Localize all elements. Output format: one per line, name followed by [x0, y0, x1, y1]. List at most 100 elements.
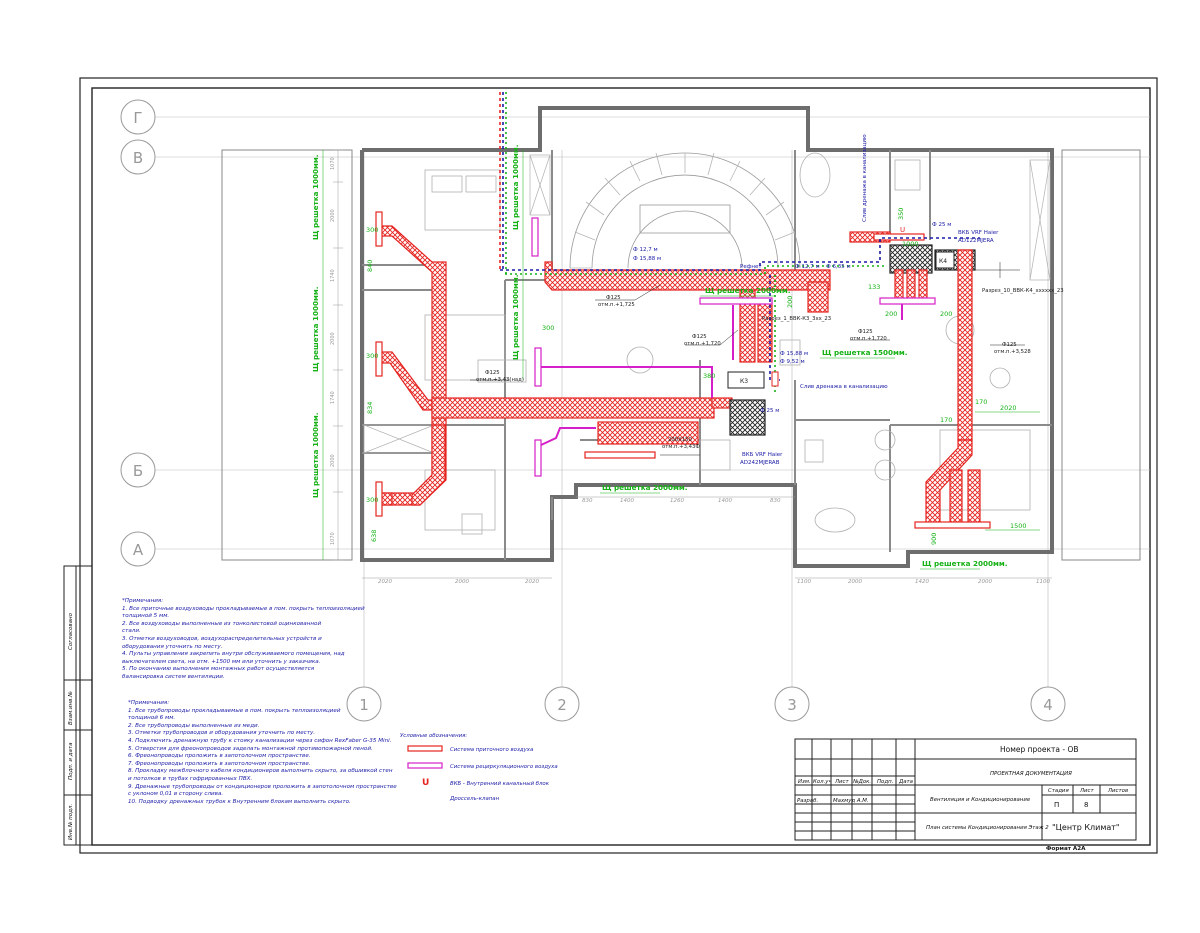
label-otm-duct: отм.п.+3,43Ф — [662, 444, 700, 450]
dim-1500: 1500 — [1010, 522, 1027, 530]
svg-text:В: В — [133, 149, 143, 167]
note-line: 6. Фреонопроводы проложить в запотолочно… — [128, 753, 311, 760]
dim-300-b: 300 — [366, 352, 378, 360]
svg-text:4: 4 — [1043, 696, 1053, 714]
dim-bottom-mid-5: 830 — [770, 498, 781, 504]
grille-left-2: Щ решетка 1000мм. — [311, 287, 320, 372]
note-line: выключателем света, на отм. +1500 мм или… — [122, 658, 321, 665]
tb-dev-role: Разраб. — [797, 798, 818, 804]
tb-stage: П — [1054, 801, 1059, 809]
svg-text:А: А — [133, 541, 144, 559]
label-drain-1: Слив дренажа в канализацию — [862, 134, 868, 222]
notes-ventilation-lines: 1. Все приточные воздуховоды прокладывае… — [122, 606, 365, 682]
label-phi952-c: Ф 9,52 м — [780, 359, 805, 365]
dim-left-2: 2000 — [330, 209, 336, 222]
note-line: 8. Прокладку межблочного кабеля кондицио… — [128, 768, 393, 775]
label-vrf1-b: AD122MJERA — [958, 238, 994, 244]
note-line: 2. Все воздуховоды выполненные из тонкол… — [122, 620, 322, 627]
dim-bottom-mid-3: 1260 — [670, 498, 684, 504]
label-otm-1: отм.п.+1,725 — [598, 302, 635, 308]
tb-doc-type: ПРОЕКТНАЯ ДОКУМЕНТАЦИЯ — [990, 771, 1072, 777]
tb-format: Формат А2А — [1046, 846, 1086, 852]
note-line: 5. Отверстия для фреонопроводов заделать… — [128, 745, 373, 752]
tb-sheet-h: Лист — [1079, 788, 1095, 794]
dim-bottom-mid-2: 1400 — [620, 498, 634, 504]
note-line: 1. Все трубопроводы прокладываемые в пом… — [128, 707, 341, 714]
legend-title: Условные обозначения: — [400, 733, 467, 739]
dim-350: 350 — [897, 208, 905, 220]
label-phi127-a: Ф 12,7 м — [633, 247, 658, 253]
svg-text:3: 3 — [787, 696, 797, 714]
dim-2020-right: 2020 — [1000, 404, 1017, 412]
dim-bottom-right-1: 1100 — [797, 579, 811, 585]
recirculation-ducts — [540, 304, 903, 446]
axis-bubble-row-B: Б — [120, 452, 156, 488]
dim-left-7: 1070 — [330, 532, 336, 545]
label-otm-5: отм.п.+3,43(над) — [476, 377, 524, 383]
notes-piping: *Примечания: 1. Все трубопроводы проклад… — [128, 700, 397, 806]
label-razrez-1: Разрез_1_ВВК-К3_3хх_23 — [762, 316, 831, 322]
dim-170-b: 170 — [940, 416, 952, 424]
label-phi125-3: Ф125 — [858, 329, 873, 335]
label-otm-3: отм.п.+1,720 — [850, 336, 887, 342]
dim-left-4: 2000 — [330, 332, 336, 345]
stamp-inv-number: Инв.№ подл. — [68, 804, 74, 840]
dim-left-6: 2000 — [330, 454, 336, 467]
dim-840: 840 — [366, 260, 374, 272]
dim-200-a: 200 — [786, 296, 794, 308]
legend-vkb-label: ВКБ - Внутренний канальный блок — [450, 781, 550, 787]
exterior-walls — [360, 106, 1054, 568]
dim-left-3: 1740 — [330, 269, 336, 282]
label-phi25-b: Ф 25 м — [760, 408, 779, 414]
spiral-stair — [569, 152, 801, 269]
notes-piping-title: *Примечания: — [128, 700, 170, 706]
label-phi125-2: Ф125 — [692, 334, 707, 340]
dim-300-d: 300 — [542, 324, 554, 332]
note-line: 10. Подводку дренажных трубок к Внутренн… — [128, 798, 351, 805]
tb-dev-name: Махмуд А.М. — [833, 798, 869, 804]
dim-300-a: 300 — [366, 226, 378, 234]
dim-bottom-right-4: 2000 — [978, 579, 992, 585]
svg-text:Г: Г — [133, 109, 142, 127]
label-refnet: Рефнет — [740, 264, 762, 270]
dim-900: 900 — [930, 533, 938, 545]
dim-200-b: 200 — [885, 310, 897, 318]
dim-bottom-mid-1: 830 — [582, 498, 593, 504]
note-line: 3. Отметки трубопроводов и оборудования … — [128, 730, 316, 737]
legend-supply-swatch — [407, 745, 443, 752]
label-phi635-b: Ф 6,35 м — [826, 264, 851, 270]
tb-col-doc: №Док. — [852, 779, 871, 785]
grille-mid-1: Щ решетка 1000мм. — [511, 145, 520, 230]
tb-sheet: 8 — [1084, 801, 1088, 809]
axis-bubble-col-2: 2 — [544, 686, 580, 722]
note-line: 9. Дренажные трубопроводы от кондиционер… — [128, 783, 397, 790]
dim-133: 133 — [868, 283, 880, 291]
tb-col-sign: Подп. — [877, 779, 893, 785]
vrf-unit-k3-label: К3 — [740, 378, 748, 385]
label-razrez-2: Разрез_10_ВВК-К4_хххххх_23 — [982, 288, 1064, 294]
tb-system: Вентиляция и Кондиционирование — [930, 797, 1031, 803]
dim-300-c: 300 — [366, 496, 378, 504]
stamp-agreed: Согласовано — [68, 612, 74, 650]
grille-left-1: Щ решетка 1000мм. — [311, 155, 320, 240]
tb-col-list: Лист — [834, 779, 850, 785]
dim-bottom-mid-4: 1400 — [718, 498, 732, 504]
dim-834: 834 — [366, 402, 374, 414]
note-line: 4. Пульты управления закрепить внутри об… — [122, 651, 345, 658]
dim-1000: 1000 — [902, 240, 919, 248]
grille-center-2000: Щ решетка 2000мм. — [705, 286, 790, 295]
axis-bubble-col-3: 3 — [774, 686, 810, 722]
label-otm-4: отм.п.+3,528 — [994, 349, 1031, 355]
svg-text:Б: Б — [133, 462, 143, 480]
axis-bubble-row-A: А — [120, 531, 156, 567]
tb-stage-h: Стадия — [1048, 788, 1069, 794]
note-line: толщиной 5 мм. — [122, 613, 170, 620]
legend-damper-label: Дроссель-клапан — [449, 796, 500, 802]
tb-drawing: План системы Кондиционирования Этаж 2 — [926, 825, 1049, 831]
note-line: 1. Все приточные воздуховоды прокладывае… — [122, 605, 365, 612]
vrf-unit-k4-label: К4 — [939, 258, 947, 265]
dim-bottom-right-3: 1420 — [915, 579, 929, 585]
notes-ventilation: *Примечания: 1. Все приточные воздуховод… — [122, 598, 365, 682]
label-vrf2-a: ВКБ VRF Haier — [742, 452, 783, 458]
dim-left-1: 1070 — [330, 157, 336, 170]
